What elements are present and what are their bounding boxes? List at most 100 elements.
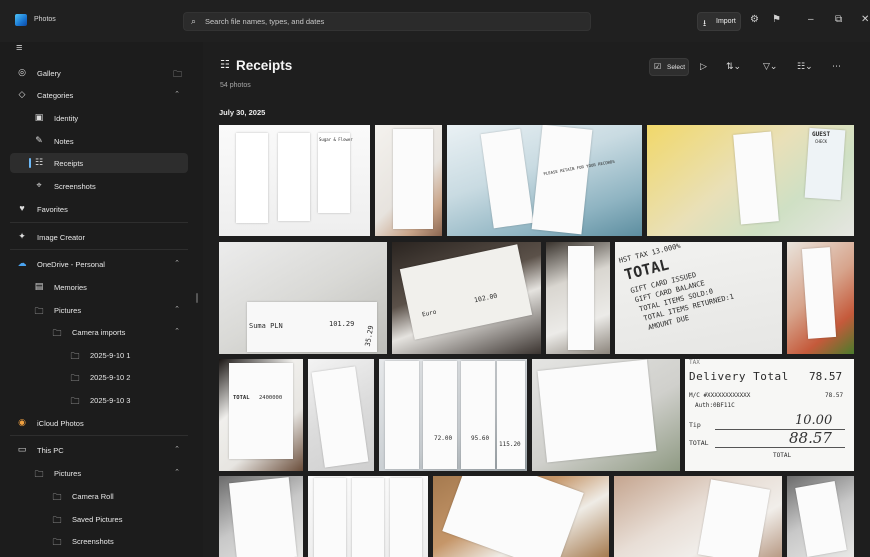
sidebar-item-favorites[interactable]: ♥ Favorites [10,199,188,219]
slideshow-icon[interactable]: ▷ [700,61,707,72]
gallery-icon: ◎ [18,67,26,77]
receipt-strip [229,363,293,459]
receipt-strip [390,478,422,557]
sidebar-item-pc-pictures[interactable]: 🗀 Pictures ⌃ [10,463,188,483]
delivery-grand-label: TOTAL [689,439,709,447]
receipt-total-text: TOTAL [233,395,250,401]
more-options-icon[interactable]: ⋯ [832,61,841,72]
receipt-strip [733,131,779,225]
close-icon[interactable]: ✕ [861,14,869,25]
receipt-brand-text: Sugar & Flower [319,137,353,142]
receipt-strip [314,478,346,557]
receipt-photo[interactable]: HST TAX 13.000% TOTAL GIFT CARD ISSUED G… [615,242,782,354]
sidebar-item-pc-screenshots[interactable]: 🗀 Screenshots [10,531,188,551]
receipt-amount-text: 115.20 [499,441,521,448]
view-options-icon[interactable]: ☷⌄ [797,61,813,72]
receipt-photo[interactable]: 102.00 Euro [392,242,541,354]
sidebar-item-2025-9-10-2[interactable]: 🗀 2025-9-10 2 [10,367,188,387]
import-button[interactable]: ⭳ Import [697,12,741,31]
chevron-up-icon[interactable]: ⌃ [174,327,180,335]
search-input[interactable]: ⌕ Search file names, types, and dates [183,12,591,31]
receipt-photo[interactable]: GUEST CHECK [647,125,854,236]
receipt-strip [697,479,771,557]
feedback-flag-icon[interactable]: ⚑ [772,14,781,25]
sidebar-item-receipts[interactable]: ☷ Receipts [10,153,188,173]
receipt-amount-text: 72.00 [434,435,453,442]
sort-icon[interactable]: ⇅⌄ [726,61,741,72]
chevron-up-icon[interactable]: ⌃ [174,90,180,98]
sidebar-item-memories[interactable]: ▤ Memories [10,277,188,297]
receipt-photo[interactable] [219,476,303,557]
sidebar-item-this-pc[interactable]: ▭ This PC ⌃ [10,440,188,460]
memories-icon: ▤ [34,281,44,291]
cloud-icon: ☁ [17,258,27,268]
receipt-photo[interactable] [433,476,609,557]
sidebar-item-saved-pictures[interactable]: 🗀 Saved Pictures [10,509,188,529]
sidebar-item-image-creator[interactable]: ✦ Image Creator [10,227,188,247]
sidebar-item-onedrive-pictures[interactable]: 🗀 Pictures ⌃ [10,300,188,320]
new-folder-icon[interactable]: 🗀 [173,67,182,83]
import-icon: ⭳ [703,18,707,28]
checkbox-icon: ☑ [654,62,662,71]
minimize-icon[interactable]: – [808,14,814,25]
restore-icon[interactable]: ⧉ [835,14,842,25]
sidebar-item-onedrive[interactable]: ☁ OneDrive - Personal ⌃ [10,254,188,274]
divider [10,249,188,250]
sidebar-item-notes[interactable]: ✎ Notes [10,131,188,151]
receipt-strip [537,359,657,463]
receipt-photo[interactable] [546,242,610,354]
receipt-icon: ☷ [220,59,230,71]
delivery-card-text: M/C #XXXXXXXXXXXX [689,392,751,399]
receipt-photo[interactable] [787,242,854,354]
sidebar-item-categories[interactable]: ◇ Categories ⌃ [10,85,188,105]
delivery-card-amount: 78.57 [825,392,844,399]
receipt-photo[interactable]: Sugar & Flower [219,125,370,236]
receipt-photo[interactable] [308,359,374,471]
chevron-up-icon[interactable]: ⌃ [174,305,180,313]
receipt-photo[interactable]: Suma PLN 101.29 35.29 [219,242,387,354]
receipt-photo[interactable] [787,476,854,557]
delivery-tip-label: Tip [689,421,701,429]
pane-resize-handle[interactable] [196,293,198,303]
filter-icon[interactable]: ▽⌄ [763,61,777,72]
receipt-suma-text: Suma PLN [249,322,283,330]
receipt-photo[interactable] [375,125,442,236]
receipt-photo[interactable]: TOTAL 2400000 [219,359,303,471]
heart-icon: ♥ [19,203,25,213]
sidebar-item-camera-roll[interactable]: 🗀 Camera Roll [10,486,188,506]
receipt-photo[interactable]: TAX Delivery Total 78.57 M/C #XXXXXXXXXX… [685,359,854,471]
delivery-grand-amount: 88.57 [789,429,832,447]
photo-count: 54 photos [220,82,251,89]
gear-icon[interactable]: ⚙ [750,14,759,25]
receipt-photo[interactable] [308,476,428,557]
main-content: ☷ Receipts 54 photos ☑ Select ▷ ⇅⌄ ▽⌄ ☷⌄… [203,42,870,557]
sidebar-item-2025-9-10-3[interactable]: 🗀 2025-9-10 3 [10,390,188,410]
app-title: Photos [34,16,56,23]
receipt-photo[interactable]: PLEASE RETAIN FOR YOUR RECORDS [447,125,642,236]
screenshot-icon: ⌖ [36,180,42,190]
folder-icon: 🗀 [52,328,62,338]
menu-icon[interactable]: ≡ [16,42,22,54]
sidebar-item-identity[interactable]: ▣ Identity [10,108,188,128]
folder-icon: 🗀 [52,537,62,547]
receipt-photo[interactable]: 72.00 95.60 115.20 [379,359,527,471]
chevron-up-icon[interactable]: ⌃ [174,468,180,476]
receipt-strip [399,244,533,340]
sidebar-item-camera-imports[interactable]: 🗀 Camera imports ⌃ [10,322,188,342]
receipt-photo[interactable] [614,476,782,557]
sidebar-item-2025-9-10-1[interactable]: 🗀 2025-9-10 1 [10,345,188,365]
select-button[interactable]: ☑ Select [649,58,689,76]
receipt-strip [236,133,268,223]
chevron-up-icon[interactable]: ⌃ [174,259,180,267]
sidebar-item-screenshots[interactable]: ⌖ Screenshots [10,176,188,196]
delivery-tip-amount: 10.00 [795,413,833,428]
chevron-up-icon[interactable]: ⌃ [174,445,180,453]
receipt-photo[interactable] [532,359,680,471]
pen-icon: ✎ [35,135,43,145]
receipt-amount-text: 101.29 [329,320,355,328]
folder-icon: 🗀 [52,515,62,525]
page-title: Receipts [236,58,293,73]
tag-icon: ◇ [18,89,26,99]
sidebar-item-icloud[interactable]: ◉ iCloud Photos [10,413,188,433]
sidebar-item-gallery[interactable]: ◎ Gallery 🗀 [10,63,188,83]
